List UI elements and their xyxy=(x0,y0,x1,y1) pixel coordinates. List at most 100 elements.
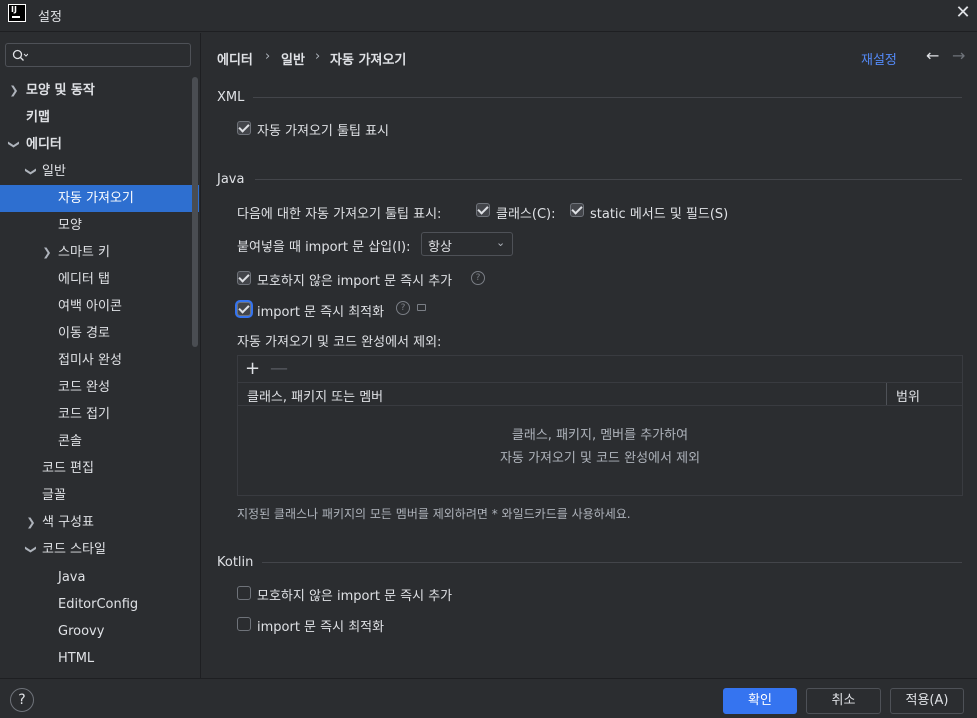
chevron-down-icon: ⌄ xyxy=(496,236,506,249)
empty-table-text: 자동 가져오기 및 코드 완성에서 제외 xyxy=(499,451,701,466)
help-icon[interactable]: ? xyxy=(396,301,410,315)
sidebar-item-label: 색 구성표 xyxy=(42,515,94,530)
exclude-table-toolbar: + — xyxy=(238,356,964,382)
sidebar-item-editor[interactable]: ❯ 에디터 xyxy=(0,131,200,158)
settings-scope-icon xyxy=(417,304,426,311)
java-classes-checkbox[interactable] xyxy=(476,203,490,217)
add-icon[interactable]: + xyxy=(245,358,260,379)
sidebar-item-html[interactable]: HTML xyxy=(0,645,200,672)
java-static-members-label: static 메서드 및 필드(S) xyxy=(590,207,729,222)
column-divider[interactable] xyxy=(886,383,887,405)
java-tooltip-for-label: 다음에 대한 자동 가져오기 툴팁 표시: xyxy=(237,207,442,222)
sidebar-item-label: 일반 xyxy=(42,164,66,179)
sidebar-item-label: 에디터 탭 xyxy=(58,272,110,287)
sidebar-item-color-scheme[interactable]: ❯ 색 구성표 xyxy=(0,509,200,536)
kotlin-add-unambiguous-label: 모호하지 않은 import 문 즉시 추가 xyxy=(257,589,453,604)
sidebar-item-breadcrumbs[interactable]: 이동 경로 xyxy=(0,320,200,347)
sidebar-item-label: HTML xyxy=(58,651,95,666)
section-separator xyxy=(255,179,962,180)
sidebar-item-code-folding[interactable]: 코드 접기 xyxy=(0,401,200,428)
settings-search-input[interactable] xyxy=(5,43,191,67)
sidebar-item-label: 이동 경로 xyxy=(58,326,110,341)
breadcrumb-editor[interactable]: 에디터 xyxy=(217,49,253,68)
chevron-down-icon: ❯ xyxy=(24,544,38,555)
java-add-unambiguous-checkbox[interactable] xyxy=(237,271,251,285)
sidebar-item-appearance-editor[interactable]: 모양 xyxy=(0,212,200,239)
sidebar-item-label: 글꼴 xyxy=(42,488,66,503)
chevron-down-icon: ❯ xyxy=(24,166,38,177)
sidebar-scrollbar[interactable] xyxy=(192,77,198,347)
window-title: 설정 xyxy=(38,10,62,25)
sidebar-item-label: 스마트 키 xyxy=(58,245,110,260)
empty-table-text: 클래스, 패키지, 멤버를 추가하여 xyxy=(511,428,689,443)
exclude-table-header: 클래스, 패키지 또는 멤버 범위 xyxy=(238,382,962,406)
cancel-button[interactable]: 취소 xyxy=(806,688,881,714)
breadcrumb-auto-import: 자동 가져오기 xyxy=(330,53,407,68)
column-header-scope[interactable]: 범위 xyxy=(896,386,920,405)
search-icon xyxy=(12,49,28,61)
kotlin-add-unambiguous-checkbox[interactable] xyxy=(237,586,251,600)
section-title-xml: XML xyxy=(217,90,245,105)
sidebar-item-label: 코드 접기 xyxy=(58,407,110,422)
sidebar-item-label: 코드 편집 xyxy=(42,461,94,476)
apply-button[interactable]: 적용(A) xyxy=(890,688,964,714)
sidebar-item-smart-keys[interactable]: ❯ 스마트 키 xyxy=(0,239,200,266)
title-bar: IJ 설정 ✕ xyxy=(0,0,977,32)
sidebar-item-label: 키맵 xyxy=(26,110,50,125)
sidebar-item-console[interactable]: 콘솔 xyxy=(0,428,200,455)
sidebar-item-label: 여백 아이콘 xyxy=(58,299,122,314)
breadcrumb-separator: › xyxy=(265,49,271,64)
kotlin-optimize-on-fly-checkbox[interactable] xyxy=(237,617,251,631)
sidebar-item-code-completion[interactable]: 코드 완성 xyxy=(0,374,200,401)
sidebar-item-label: 콘솔 xyxy=(58,434,82,449)
sidebar-item-label: EditorConfig xyxy=(58,597,139,612)
column-header-member[interactable]: 클래스, 패키지 또는 멤버 xyxy=(247,386,383,405)
reset-link[interactable]: 재설정 xyxy=(861,49,897,68)
settings-sidebar: ❯ 모양 및 동작 키맵 ❯ 에디터 ❯ 일반 자동 가져오기 모양 ❯ 스마트… xyxy=(0,33,200,678)
wildcard-hint: 지정된 클래스나 패키지의 모든 멤버를 제외하려면 * 와일드카드를 사용하세… xyxy=(237,507,631,521)
section-separator xyxy=(253,97,962,98)
sidebar-item-groovy[interactable]: Groovy xyxy=(0,618,200,645)
help-icon[interactable]: ? xyxy=(10,688,34,712)
help-icon[interactable]: ? xyxy=(471,271,485,285)
sidebar-item-label: 모양 xyxy=(58,218,82,233)
sidebar-item-appearance[interactable]: ❯ 모양 및 동작 xyxy=(0,77,200,104)
sidebar-item-code-style[interactable]: ❯ 코드 스타일 xyxy=(0,536,200,563)
java-static-members-checkbox[interactable] xyxy=(570,203,584,217)
sidebar-item-general[interactable]: ❯ 일반 xyxy=(0,158,200,185)
sidebar-item-label: 자동 가져오기 xyxy=(58,191,134,206)
insert-on-paste-select[interactable]: 항상 ⌄ xyxy=(421,232,513,256)
ok-button[interactable]: 확인 xyxy=(723,688,797,714)
sidebar-item-editor-tabs[interactable]: 에디터 탭 xyxy=(0,266,200,293)
breadcrumb-general[interactable]: 일반 xyxy=(281,49,305,68)
java-classes-label: 클래스(C): xyxy=(496,207,556,222)
java-add-unambiguous-label: 모호하지 않은 import 문 즉시 추가 xyxy=(257,274,453,289)
close-icon[interactable]: ✕ xyxy=(953,3,973,23)
sidebar-item-code-editing[interactable]: 코드 편집 xyxy=(0,455,200,482)
sidebar-item-gutter-icons[interactable]: 여백 아이콘 xyxy=(0,293,200,320)
sidebar-item-label: 코드 완성 xyxy=(58,380,110,395)
chevron-right-icon: ❯ xyxy=(42,246,52,259)
remove-icon: — xyxy=(270,358,288,379)
section-title-java: Java xyxy=(217,172,245,187)
settings-content: 에디터 › 일반 › 자동 가져오기 재설정 ← → XML 자동 가져오기 툴… xyxy=(201,33,977,678)
kotlin-optimize-on-fly-label: import 문 즉시 최적화 xyxy=(257,620,385,635)
sidebar-item-postfix-completion[interactable]: 접미사 완성 xyxy=(0,347,200,374)
chevron-right-icon: ❯ xyxy=(9,84,19,97)
dialog-footer: ? 확인 취소 적용(A) xyxy=(0,678,977,718)
sidebar-item-label: 모양 및 동작 xyxy=(26,83,95,98)
sidebar-item-font[interactable]: 글꼴 xyxy=(0,482,200,509)
chevron-right-icon: ❯ xyxy=(26,516,36,529)
sidebar-item-label: Groovy xyxy=(58,624,105,639)
xml-show-tooltip-checkbox[interactable] xyxy=(237,121,251,135)
java-optimize-on-fly-checkbox[interactable] xyxy=(237,302,251,316)
back-arrow-icon[interactable]: ← xyxy=(926,46,939,65)
sidebar-item-java[interactable]: Java xyxy=(0,564,200,591)
chevron-down-icon: ❯ xyxy=(7,139,21,150)
section-title-kotlin: Kotlin xyxy=(217,555,254,570)
intellij-logo-icon: IJ xyxy=(8,4,26,22)
sidebar-item-editorconfig[interactable]: EditorConfig xyxy=(0,591,200,618)
insert-on-paste-value: 항상 xyxy=(428,240,452,255)
sidebar-item-auto-import[interactable]: 자동 가져오기 xyxy=(0,185,199,212)
sidebar-item-keymap[interactable]: 키맵 xyxy=(0,104,200,131)
